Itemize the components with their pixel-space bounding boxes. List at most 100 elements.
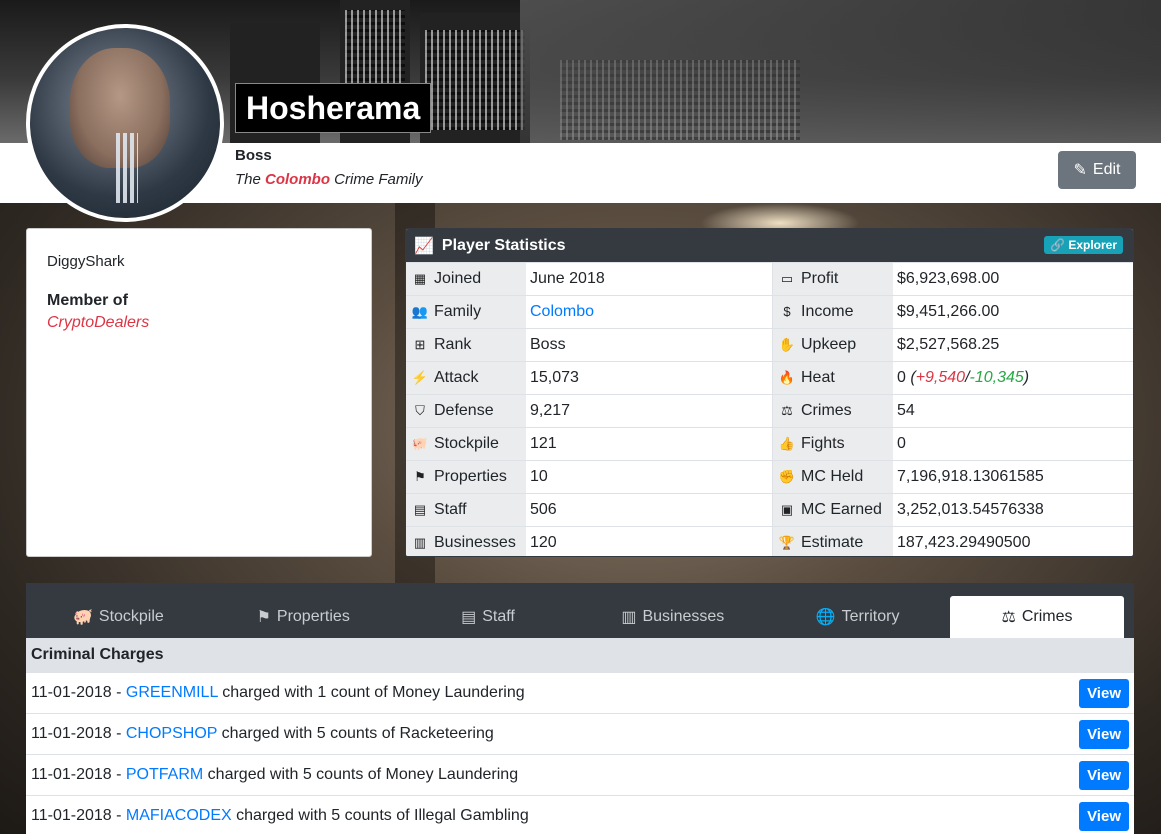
stat-value: 10 xyxy=(526,460,773,494)
stat-label: ⚖ Crimes xyxy=(772,394,893,428)
globe-icon: 🌐 xyxy=(815,609,836,626)
chart-line-icon: 📈 xyxy=(414,237,434,255)
detail-tabs-panel: 🐖 Stockpile ⚑ Properties ▤ Staff ▥ Businesses 🌐 T… xyxy=(26,583,1134,834)
stat-label: ⚑ Properties xyxy=(406,460,526,494)
stat-value-text: 10 xyxy=(530,468,548,485)
charge-description: charged with 5 counts of Illegal Gamblin… xyxy=(231,807,529,824)
charge-date: 11-01-2018 - xyxy=(31,766,126,783)
tab-label: Crimes xyxy=(1021,608,1073,625)
tab-staff[interactable]: ▤ Staff xyxy=(396,596,581,638)
stat-value-text: 121 xyxy=(530,435,557,452)
shield-icon: ⛉ xyxy=(415,403,425,418)
stat-label: ▦ Joined xyxy=(406,262,526,296)
tab-bar: 🐖 Stockpile ⚑ Properties ▤ Staff ▥ Businesses 🌐 T… xyxy=(26,583,1134,638)
thumbs-up-icon: 👍 xyxy=(778,436,796,451)
tab-label: Stockpile xyxy=(98,608,164,625)
fist-icon: ✊ xyxy=(778,469,796,484)
users-icon: 👥 xyxy=(411,304,429,319)
balance-scale-icon: ⚖ xyxy=(781,403,793,418)
charge-description: charged with 5 counts of Racketeering xyxy=(217,725,494,742)
view-button[interactable]: View xyxy=(1079,801,1129,831)
stat-value-text: $6,923,698.00 xyxy=(897,270,1000,287)
stat-value: June 2018 xyxy=(526,262,773,296)
stat-value: 187,423.29490500 xyxy=(893,526,1133,556)
tab-stockpile[interactable]: 🐖 Stockpile xyxy=(26,596,211,638)
stats-row: 🐖 Stockpile 121 👍 Fights 0 xyxy=(406,427,1133,461)
balance-scale-icon: ⚖ xyxy=(1001,609,1016,626)
stat-value: 0 (+9,540/-10,345) xyxy=(893,361,1133,395)
stat-value: $9,451,266.00 xyxy=(893,295,1133,329)
id-card-icon: ▤ xyxy=(461,609,477,626)
stat-value: 7,196,918.13061585 xyxy=(893,460,1133,494)
charge-target-link[interactable]: CHOPSHOP xyxy=(126,725,217,742)
piggy-bank-icon: 🐖 xyxy=(72,609,93,626)
stat-value-text: 7,196,918.13061585 xyxy=(897,468,1044,485)
stat-value: 9,217 xyxy=(526,394,773,428)
stat-value-text: 120 xyxy=(530,534,557,551)
player-family: The Colombo Crime Family xyxy=(235,171,423,188)
player-statistics-card: 📈 Player Statistics 🔗 Explorer ▦ Joined Ju… xyxy=(405,228,1134,557)
charge-text: 11-01-2018 - GREENMILL charged with 1 co… xyxy=(31,684,1079,702)
charge-row: 11-01-2018 - CHOPSHOP charged with 5 cou… xyxy=(26,713,1134,754)
building-icon: ▥ xyxy=(413,535,427,550)
username: DiggyShark xyxy=(47,253,125,270)
stat-value-text: 3,252,013.54576338 xyxy=(897,501,1044,518)
piggy-bank-icon: 🐖 xyxy=(411,436,429,451)
stat-value-text: $9,451,266.00 xyxy=(897,303,1000,320)
stat-value: 506 xyxy=(526,493,773,527)
stat-value: 3,252,013.54576338 xyxy=(893,493,1133,527)
stat-label: ▥ Businesses xyxy=(406,526,526,556)
stat-value-text: 187,423.29490500 xyxy=(897,534,1031,551)
player-rank: Boss xyxy=(235,147,272,164)
stat-label: ▤ Staff xyxy=(406,493,526,527)
view-button[interactable]: View xyxy=(1079,678,1129,708)
heat-minus: -10,345 xyxy=(969,369,1024,386)
charge-row: 11-01-2018 - MAFIACODEX charged with 5 c… xyxy=(26,795,1134,834)
stat-label: ✋ Upkeep xyxy=(772,328,893,362)
charge-target-link[interactable]: POTFARM xyxy=(126,766,203,783)
stat-label: ▣ MC Earned xyxy=(772,493,893,527)
hand-holding-icon: ✋ xyxy=(778,337,796,352)
charge-text: 11-01-2018 - CHOPSHOP charged with 5 cou… xyxy=(31,725,1079,743)
tab-territory[interactable]: 🌐 Territory xyxy=(765,596,950,638)
avatar xyxy=(26,24,224,222)
heat-close: ) xyxy=(1023,369,1030,386)
building-icon: ▥ xyxy=(621,609,637,626)
member-of-link[interactable]: CryptoDealers xyxy=(47,314,351,332)
edit-icon: ✎ xyxy=(1073,162,1087,179)
stat-value: 0 xyxy=(893,427,1133,461)
dollar-icon: $ xyxy=(783,304,791,319)
tab-properties[interactable]: ⚑ Properties xyxy=(211,596,396,638)
charge-target-link[interactable]: MAFIACODEX xyxy=(126,807,232,824)
stat-value: Boss xyxy=(526,328,773,362)
member-of-label: Member of xyxy=(47,292,128,309)
stat-label: 🐖 Stockpile xyxy=(406,427,526,461)
stat-value-text: 54 xyxy=(897,402,915,419)
charge-row: 11-01-2018 - POTFARM charged with 5 coun… xyxy=(26,754,1134,795)
view-button[interactable]: View xyxy=(1079,760,1129,790)
stat-label: ✊ MC Held xyxy=(772,460,893,494)
stat-value-text: 0 xyxy=(897,435,906,452)
view-button[interactable]: View xyxy=(1079,719,1129,749)
flag-icon: ⚑ xyxy=(414,469,426,484)
stats-row: ▦ Joined June 2018 ▭ Profit $6,923,698.00 xyxy=(406,262,1133,296)
family-link[interactable]: Colombo xyxy=(265,171,330,188)
stat-label: ⊞ Rank xyxy=(406,328,526,362)
stat-value-text: $2,527,568.25 xyxy=(897,336,1000,353)
explorer-badge[interactable]: 🔗 Explorer xyxy=(1044,236,1123,254)
stat-label: 🔥 Heat xyxy=(772,361,893,395)
edit-button[interactable]: ✎ Edit xyxy=(1058,151,1136,189)
sitemap-icon: ⊞ xyxy=(414,337,426,352)
stats-title: Player Statistics xyxy=(441,236,566,254)
family-value-link[interactable]: Colombo xyxy=(530,303,594,320)
charge-date: 11-01-2018 - xyxy=(31,684,126,701)
stats-row: ▥ Businesses 120 🏆 Estimate 187,423.29490500 xyxy=(406,526,1133,556)
criminal-charges-title: Criminal Charges xyxy=(26,638,1134,672)
charge-description: charged with 1 count of Money Laundering xyxy=(217,684,525,701)
charge-target-link[interactable]: GREENMILL xyxy=(126,684,218,701)
tab-label: Territory xyxy=(841,608,900,625)
briefcase-icon: ▣ xyxy=(780,502,794,517)
tab-businesses[interactable]: ▥ Businesses xyxy=(580,596,765,638)
id-card-icon: ▤ xyxy=(413,502,427,517)
tab-crimes[interactable]: ⚖ Crimes xyxy=(949,596,1124,638)
